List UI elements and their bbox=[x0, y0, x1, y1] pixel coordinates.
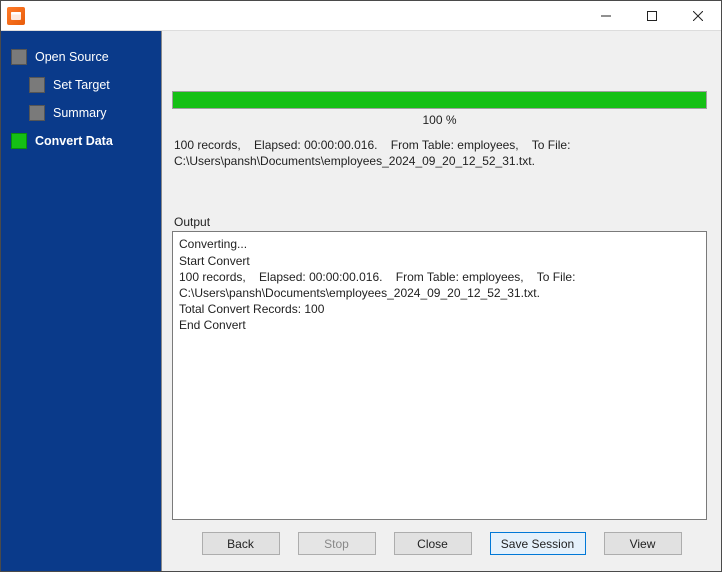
save-session-button[interactable]: Save Session bbox=[490, 532, 586, 555]
window-controls bbox=[583, 1, 721, 30]
step-label: Summary bbox=[53, 106, 106, 120]
maximize-button[interactable] bbox=[629, 1, 675, 30]
step-box-icon bbox=[11, 133, 27, 149]
progress-label: 100 % bbox=[172, 109, 707, 137]
output-textarea[interactable]: Converting... Start Convert 100 records,… bbox=[172, 231, 707, 520]
step-box-icon bbox=[11, 49, 27, 65]
step-label: Open Source bbox=[35, 50, 109, 64]
step-box-icon bbox=[29, 77, 45, 93]
step-label: Convert Data bbox=[35, 134, 113, 148]
view-button[interactable]: View bbox=[604, 532, 682, 555]
main-panel: 100 % 100 records, Elapsed: 00:00:00.016… bbox=[161, 31, 721, 571]
step-label: Set Target bbox=[53, 78, 110, 92]
progress-bar bbox=[172, 91, 707, 109]
app-icon bbox=[7, 7, 25, 25]
wizard-sidebar: Open Source Set Target Summary Convert D… bbox=[1, 31, 161, 571]
button-bar: Back Stop Close Save Session View bbox=[162, 520, 721, 571]
step-summary[interactable]: Summary bbox=[1, 99, 161, 127]
output-label: Output bbox=[172, 179, 707, 231]
minimize-button[interactable] bbox=[583, 1, 629, 30]
conversion-summary-text: 100 records, Elapsed: 00:00:00.016. From… bbox=[172, 137, 707, 179]
step-box-icon bbox=[29, 105, 45, 121]
close-window-button[interactable] bbox=[675, 1, 721, 30]
titlebar bbox=[1, 1, 721, 31]
back-button[interactable]: Back bbox=[202, 532, 280, 555]
step-convert-data[interactable]: Convert Data bbox=[1, 127, 161, 155]
close-button[interactable]: Close bbox=[394, 532, 472, 555]
step-open-source[interactable]: Open Source bbox=[1, 43, 161, 71]
step-set-target[interactable]: Set Target bbox=[1, 71, 161, 99]
stop-button: Stop bbox=[298, 532, 376, 555]
